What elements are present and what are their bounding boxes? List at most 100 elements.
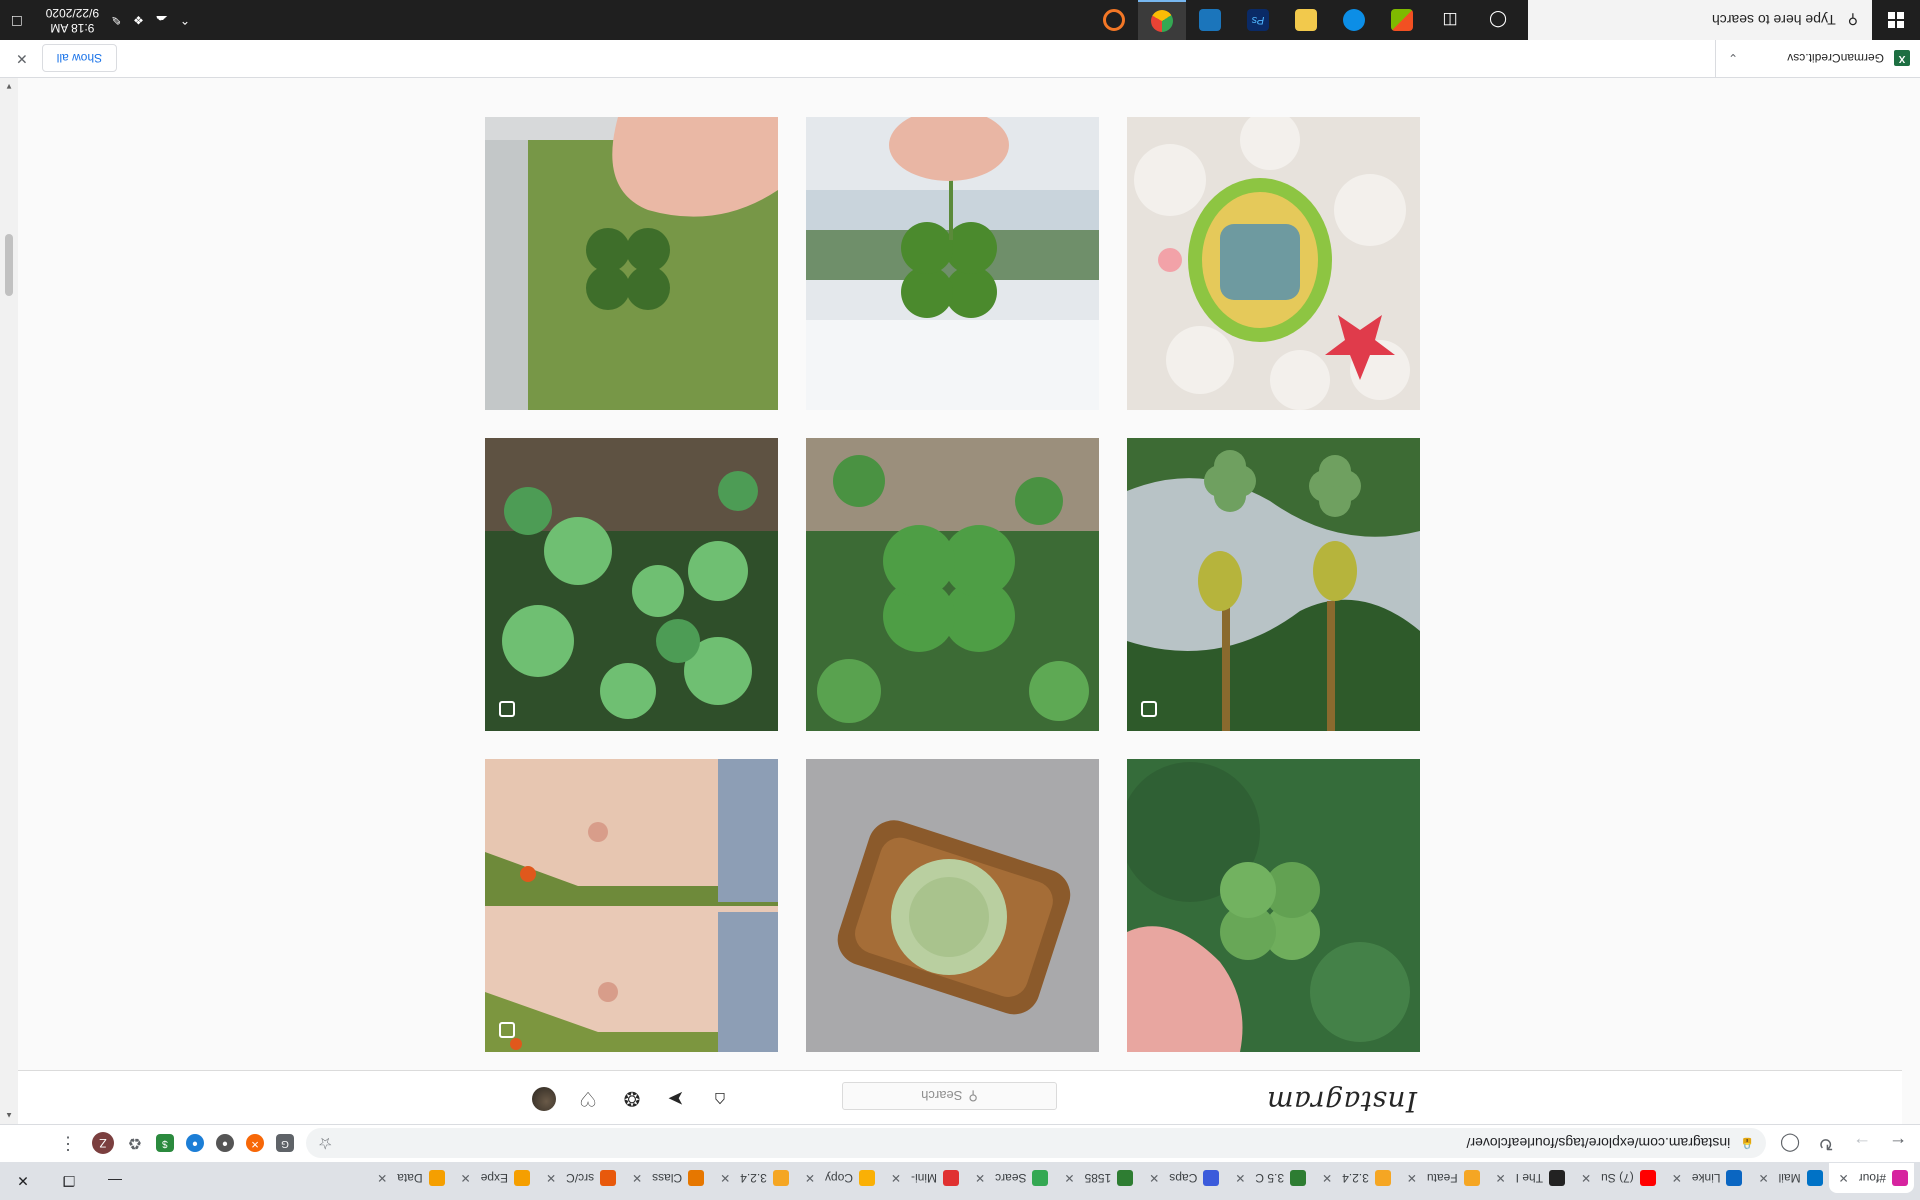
extension-g-icon[interactable]: G: [276, 1134, 294, 1153]
extension-dollar-icon[interactable]: $: [156, 1134, 174, 1153]
browser-tab[interactable]: Mail ✕: [1749, 1163, 1829, 1193]
direct-icon[interactable]: ➤: [664, 1087, 688, 1111]
browser-tab[interactable]: Class ✕: [622, 1163, 710, 1193]
task-view-icon[interactable]: ◫: [1426, 0, 1474, 40]
tab-close-icon[interactable]: ✕: [1060, 1171, 1078, 1185]
forward-icon[interactable]: →: [1850, 1133, 1874, 1154]
address-bar[interactable]: 🔒 instagram.com/explore/tags/fourleafclo…: [306, 1128, 1766, 1159]
minimize-icon[interactable]: —: [92, 1162, 138, 1200]
chrome-icon[interactable]: [1138, 0, 1186, 40]
scrollbar-thumb[interactable]: [5, 234, 13, 296]
post-clover-held-sky[interactable]: [806, 117, 1099, 410]
browser-tab[interactable]: Mini- ✕: [881, 1163, 965, 1193]
tab-label: 1585: [1084, 1171, 1112, 1185]
post-clover-field[interactable]: [485, 438, 778, 731]
post-clover-patch[interactable]: [806, 438, 1099, 731]
dropbox-icon[interactable]: ❖: [133, 13, 144, 27]
tab-close-icon[interactable]: ✕: [1577, 1171, 1595, 1185]
close-icon[interactable]: ✕: [16, 50, 28, 67]
scroll-up-icon[interactable]: ▲: [5, 1111, 13, 1120]
browser-tab[interactable]: 3.2.4 ✕: [1312, 1163, 1397, 1193]
start-button[interactable]: [1872, 0, 1920, 40]
tab-close-icon[interactable]: ✕: [457, 1171, 475, 1185]
extension-circle-icon[interactable]: ●: [216, 1134, 234, 1153]
chevron-down-icon[interactable]: ⌄: [1728, 52, 1738, 66]
post-clover-held-hand[interactable]: [1127, 759, 1420, 1052]
edge-icon[interactable]: [1330, 0, 1378, 40]
tab-close-icon[interactable]: ✕: [1755, 1171, 1773, 1185]
scroll-down-icon[interactable]: ▼: [5, 82, 13, 91]
restore-icon[interactable]: ❐: [46, 1162, 92, 1200]
tab-close-icon[interactable]: ✕: [1835, 1171, 1853, 1185]
show-all-button[interactable]: Show all: [41, 44, 118, 73]
clock[interactable]: 9:18 AM 9/22/2020: [46, 5, 99, 35]
tab-close-icon[interactable]: ✕: [1145, 1171, 1163, 1185]
browser-tab[interactable]: 3.5 C ✕: [1225, 1163, 1312, 1193]
instagram-logo[interactable]: Instagram: [1267, 1085, 1417, 1118]
menu-dots-icon[interactable]: ⋮: [56, 1133, 80, 1154]
browser-tab[interactable]: Expe ✕: [451, 1163, 536, 1193]
tab-close-icon[interactable]: ✕: [971, 1171, 989, 1185]
multi-post-icon: [499, 701, 515, 717]
photos-icon[interactable]: [1186, 0, 1234, 40]
heart-icon[interactable]: ♡: [576, 1087, 600, 1111]
home-icon[interactable]: ⌂: [708, 1087, 732, 1111]
app-store-icon[interactable]: [1378, 0, 1426, 40]
puzzle-icon[interactable]: ♻: [126, 1134, 144, 1153]
browser-tab[interactable]: 1585 ✕: [1054, 1163, 1139, 1193]
tab-favicon-icon: [688, 1170, 705, 1186]
onedrive-icon[interactable]: ☁: [156, 13, 168, 27]
pen-icon[interactable]: ✎: [111, 13, 121, 27]
post-clover-earrings[interactable]: [1127, 438, 1420, 731]
profile-avatar[interactable]: Z: [92, 1132, 114, 1155]
bookmark-star-icon[interactable]: ☆: [318, 1134, 332, 1154]
file-explorer-icon[interactable]: [1282, 0, 1330, 40]
cortana-icon[interactable]: ◯: [1474, 0, 1522, 40]
instagram-search-input[interactable]: ⚲ Search: [842, 1082, 1057, 1110]
shield-icon[interactable]: ◯: [1778, 1133, 1802, 1154]
post-clover-bracelet[interactable]: [485, 759, 778, 1052]
extension-blue-icon[interactable]: ●: [186, 1134, 204, 1153]
tab-close-icon[interactable]: ✕: [373, 1171, 391, 1185]
explore-icon[interactable]: ❂: [620, 1087, 644, 1111]
browser-tab[interactable]: Copy ✕: [795, 1163, 881, 1193]
tab-close-icon[interactable]: ✕: [1318, 1171, 1336, 1185]
tab-close-icon[interactable]: ✕: [1668, 1171, 1686, 1185]
tab-close-icon[interactable]: ✕: [716, 1171, 734, 1185]
profile-avatar-icon[interactable]: [532, 1087, 556, 1111]
download-item[interactable]: X GermanCredit.csv ⌄: [1715, 39, 1910, 78]
browser-tab[interactable]: #four ✕: [1828, 1163, 1914, 1193]
browser-tab[interactable]: Caps ✕: [1139, 1163, 1225, 1193]
browser-tab[interactable]: (7) Su ✕: [1571, 1163, 1662, 1193]
browser-tab[interactable]: Data ✕: [367, 1163, 450, 1193]
jupyter-icon[interactable]: [1090, 0, 1138, 40]
post-clover-soap-on-wood[interactable]: [806, 759, 1099, 1052]
taskbar-search[interactable]: ⚲ Type here to search: [1528, 0, 1872, 40]
back-icon[interactable]: ←: [1886, 1133, 1910, 1154]
chevron-up-icon[interactable]: ⌃: [180, 13, 190, 27]
tab-label: The I: [1515, 1171, 1543, 1185]
tab-close-icon[interactable]: ✕: [1403, 1171, 1421, 1185]
tab-close-icon[interactable]: ✕: [887, 1171, 905, 1185]
notification-icon[interactable]: □: [12, 11, 22, 29]
browser-tab[interactable]: Linke ✕: [1662, 1163, 1749, 1193]
tab-close-icon[interactable]: ✕: [542, 1171, 560, 1185]
browser-tab[interactable]: The I ✕: [1486, 1163, 1571, 1193]
browser-tab[interactable]: Featu ✕: [1397, 1163, 1486, 1193]
close-window-icon[interactable]: ✕: [0, 1162, 46, 1200]
reload-icon[interactable]: ↻: [1814, 1133, 1838, 1154]
tab-favicon-icon: [1290, 1170, 1307, 1186]
photoshop-icon[interactable]: Ps: [1234, 0, 1282, 40]
tab-close-icon[interactable]: ✕: [1231, 1171, 1249, 1185]
tab-favicon-icon: [514, 1170, 530, 1186]
extension-close-orange-icon[interactable]: ✕: [246, 1134, 264, 1153]
post-tamagotchi-ciao[interactable]: [1127, 117, 1420, 410]
browser-tab[interactable]: 3.2.4 ✕: [710, 1163, 795, 1193]
browser-tab[interactable]: Searc ✕: [965, 1163, 1054, 1193]
post-clover-held-grass[interactable]: [485, 117, 778, 410]
tab-close-icon[interactable]: ✕: [628, 1171, 646, 1185]
vertical-scrollbar[interactable]: ▲ ▼: [0, 78, 18, 1124]
browser-tab[interactable]: src/C ✕: [536, 1163, 622, 1193]
tab-close-icon[interactable]: ✕: [1492, 1171, 1510, 1185]
tab-close-icon[interactable]: ✕: [801, 1171, 819, 1185]
